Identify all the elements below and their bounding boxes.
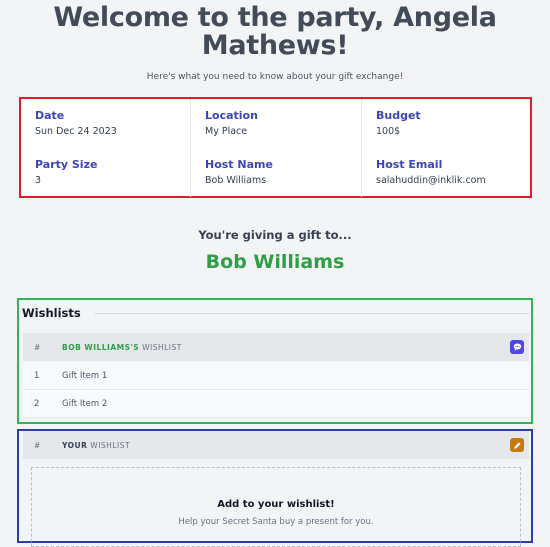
party-size-field: Party Size 3 (21, 148, 190, 197)
wishlist-owner: YOUR (62, 440, 88, 450)
details-column-1: Date Sun Dec 24 2023 Party Size 3 (21, 99, 191, 197)
recipient-wishlist-title: BOB WILLIAMS'S WISHLIST (57, 343, 510, 352)
empty-wishlist-subtitle: Help your Secret Santa buy a present for… (178, 517, 374, 527)
date-label: Date (35, 109, 65, 122)
edit-wishlist-button[interactable] (510, 438, 524, 452)
location-field: Location My Place (191, 99, 361, 148)
chat-bubble-icon (513, 343, 521, 351)
wishlist-owner: BOB WILLIAMS'S (62, 342, 140, 352)
party-size-label: Party Size (35, 158, 98, 171)
host-email-value: salahuddin@inklik.com (376, 175, 486, 186)
column-hash: # (34, 440, 41, 450)
recipient-wishlist-header: # BOB WILLIAMS'S WISHLIST (23, 333, 529, 361)
host-email-label: Host Email (376, 158, 443, 171)
party-size-value: 3 (35, 175, 42, 186)
host-name-label: Host Name (205, 158, 273, 171)
recipient-name: Bob Williams (205, 251, 345, 273)
host-name-value: Bob Williams (205, 175, 267, 186)
wishlist-row: 2 Gift Item 2 (23, 390, 529, 418)
wishlists-title: Wishlists (22, 306, 81, 320)
column-hash: # (34, 342, 41, 352)
row-number: 2 (34, 398, 40, 409)
message-button[interactable] (510, 340, 524, 354)
location-label: Location (205, 109, 258, 122)
gift-item-name: Gift Item 1 (62, 370, 108, 381)
gift-item-name: Gift Item 2 (62, 398, 108, 409)
host-name-field: Host Name Bob Williams (191, 148, 361, 197)
pencil-icon (513, 441, 521, 449)
row-number: 1 (34, 370, 40, 381)
budget-value: 100$ (376, 126, 401, 137)
empty-wishlist-placeholder[interactable]: Add to your wishlist! Help your Secret S… (31, 467, 521, 547)
page-subtitle: Here's what you need to know about your … (146, 72, 404, 82)
your-wishlist-section: # YOUR WISHLIST Add to your wishlist! He… (17, 429, 533, 547)
party-details-card: Date Sun Dec 24 2023 Party Size 3 Locati… (19, 97, 532, 198)
budget-label: Budget (376, 109, 421, 122)
wishlist-suffix: WISHLIST (142, 342, 182, 352)
wishlist-row: 1 Gift Item 1 (23, 362, 529, 390)
your-wishlist-title: YOUR WISHLIST (57, 441, 510, 450)
details-column-2: Location My Place Host Name Bob Williams (191, 99, 362, 197)
giving-label: You're giving a gift to... (198, 228, 352, 242)
wishlist-suffix: WISHLIST (90, 440, 131, 450)
details-column-3: Budget 100$ Host Email salahuddin@inklik… (362, 99, 530, 197)
wishlists-section: Wishlists # BOB WILLIAMS'S WISHLIST 1 Gi… (17, 298, 533, 424)
date-field: Date Sun Dec 24 2023 (21, 99, 190, 148)
date-value: Sun Dec 24 2023 (35, 126, 117, 137)
host-email-field: Host Email salahuddin@inklik.com (362, 148, 530, 197)
your-wishlist-header: # YOUR WISHLIST (23, 431, 529, 459)
page-title: Welcome to the party, Angela Mathews! (53, 2, 497, 61)
empty-wishlist-title: Add to your wishlist! (217, 499, 335, 510)
divider (95, 313, 529, 314)
budget-field: Budget 100$ (362, 99, 530, 148)
location-value: My Place (205, 126, 248, 137)
